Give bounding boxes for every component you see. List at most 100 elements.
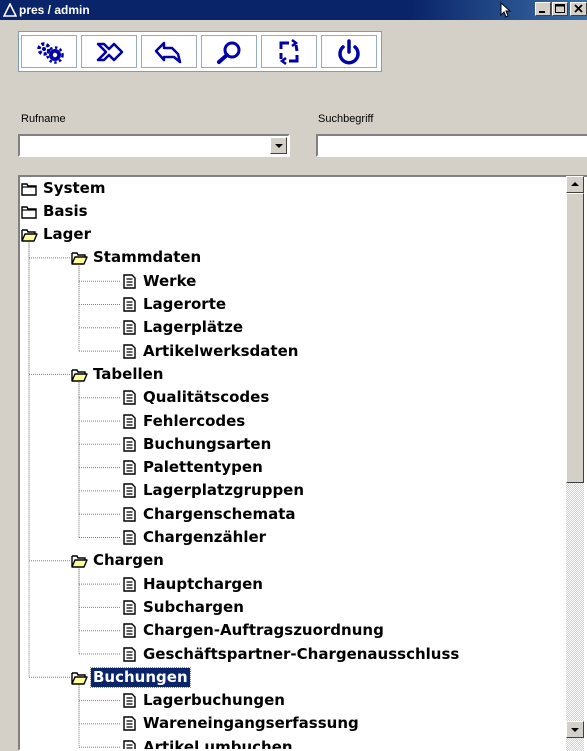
document-icon: [123, 693, 136, 708]
suchbegriff-input[interactable]: [316, 134, 587, 157]
tree-item[interactable]: Lager: [21, 224, 93, 246]
tree-item[interactable]: Lagerplätze: [121, 317, 245, 339]
tree-item[interactable]: Chargen-Auftragszuordnung: [121, 620, 386, 642]
close-icon: [573, 4, 583, 13]
tree-item[interactable]: Buchungsarten: [121, 433, 273, 455]
tree-item[interactable]: System: [21, 177, 107, 199]
document-icon: [123, 390, 136, 405]
tree-item-label: Chargenzähler: [143, 528, 267, 546]
tree-item-label: Lagerorte: [143, 295, 227, 313]
document-icon: [123, 646, 136, 662]
tree-item-label: Artikelwerksdaten: [143, 341, 299, 360]
tree-item[interactable]: Chargenzähler: [121, 527, 268, 549]
rufname-combobox[interactable]: [18, 134, 290, 157]
search-button[interactable]: [201, 35, 257, 68]
refresh-button[interactable]: [261, 35, 317, 68]
document-icon: [123, 273, 136, 289]
dropdown-arrow-button[interactable]: [270, 137, 287, 154]
refresh-icon: [279, 38, 299, 65]
document-icon: [123, 600, 136, 615]
folder-open-icon: [71, 672, 88, 685]
tree-item-label: Chargen: [93, 551, 164, 570]
document-icon: [123, 623, 136, 638]
tree-item-label: Buchungen: [90, 666, 191, 688]
tree-item[interactable]: Lagerplatzgruppen: [121, 480, 306, 502]
tree-item[interactable]: Fehlercodes: [121, 410, 247, 432]
document-icon: [123, 506, 136, 522]
back-icon: [154, 41, 182, 63]
title-bar[interactable]: pres / admin: [0, 0, 587, 20]
tree-item[interactable]: Qualitätscodes: [121, 387, 271, 409]
toolbar: [18, 31, 382, 72]
tree-item[interactable]: Artikel umbuchen: [121, 736, 295, 751]
app-triangle-icon: [3, 3, 17, 17]
tree-item[interactable]: Stammdaten: [71, 247, 203, 269]
document-icon: [123, 530, 136, 545]
tree-item[interactable]: Basis: [21, 200, 90, 222]
tree-item[interactable]: Wareneingangserfassung: [121, 713, 361, 735]
document-icon: [123, 739, 136, 749]
window-title: pres / admin: [19, 3, 90, 17]
tree-item-label: Stammdaten: [93, 248, 202, 267]
mouse-cursor-icon: [500, 2, 512, 18]
close-button[interactable]: [570, 2, 587, 16]
document-icon: [123, 483, 136, 499]
tree-item[interactable]: Subchargen: [121, 596, 246, 618]
tree-item-label: Tabellen: [93, 364, 164, 383]
tree-item-label: Fehlercodes: [143, 411, 246, 430]
forward-button[interactable]: [81, 35, 137, 68]
gears-icon: [37, 41, 64, 64]
tree-item-label: Lagerplätze: [143, 318, 244, 337]
tree-item-label: Hauptchargen: [143, 574, 263, 593]
tree-item[interactable]: Werke: [121, 270, 198, 292]
scroll-thumb[interactable]: [566, 193, 584, 483]
navigation-tree[interactable]: System Basis Lager Stammdaten Werke Lagerorte…: [18, 175, 587, 751]
document-icon: [123, 297, 136, 312]
folder-closed-icon: [21, 206, 37, 219]
document-icon: [123, 437, 136, 452]
folder-closed-icon: [21, 182, 37, 196]
tree-item-label: Geschäftspartner-Chargenausschluss: [143, 644, 460, 663]
tree-item-label: Lager: [43, 225, 91, 244]
tree-item-label: Chargen-Auftragszuordnung: [143, 621, 384, 640]
tree-item[interactable]: Palettentypen: [121, 457, 265, 479]
power-button[interactable]: [321, 35, 377, 68]
document-icon: [123, 460, 136, 475]
folder-open-icon: [71, 252, 88, 266]
tree-item[interactable]: Buchungen: [71, 666, 191, 688]
tree-item-label: Artikel umbuchen: [143, 737, 293, 751]
folder-open-icon: [71, 555, 88, 568]
tree-item-label: Chargenschemata: [143, 504, 296, 523]
minimize-icon: [539, 11, 545, 13]
tree-item[interactable]: Lagerorte: [121, 294, 228, 316]
document-icon: [123, 413, 136, 429]
vertical-scrollbar[interactable]: [566, 176, 584, 751]
scroll-up-button[interactable]: [566, 176, 584, 193]
scroll-down-button[interactable]: [566, 721, 584, 738]
tree-item-label: Qualitätscodes: [143, 388, 270, 407]
tree-item-label: Werke: [143, 271, 197, 290]
tree-item-label: Subchargen: [143, 597, 244, 616]
minimize-button[interactable]: [535, 2, 551, 16]
tree-item[interactable]: Chargenschemata: [121, 503, 298, 525]
document-icon: [123, 576, 136, 592]
document-icon: [123, 320, 136, 335]
tree-item[interactable]: Tabellen: [71, 363, 165, 385]
document-icon: [123, 343, 136, 359]
tree-item-label: Wareneingangserfassung: [143, 714, 359, 733]
folder-open-icon: [71, 369, 88, 382]
back-button[interactable]: [141, 35, 197, 68]
settings-button[interactable]: [21, 35, 77, 68]
tree-item-label: Buchungsarten: [143, 434, 272, 453]
tree-item[interactable]: Artikelwerksdaten: [121, 340, 300, 362]
rufname-label: Rufname: [21, 113, 66, 125]
maximize-button[interactable]: [552, 2, 568, 16]
tree-item[interactable]: Hauptchargen: [121, 573, 265, 595]
tree-item[interactable]: Lagerbuchungen: [121, 690, 287, 712]
forward-icon: [96, 42, 124, 61]
tree-item[interactable]: Geschäftspartner-Chargenausschluss: [121, 643, 461, 665]
tree-item-label: Lagerplatzgruppen: [143, 481, 305, 500]
search-icon: [217, 41, 241, 64]
tree-item[interactable]: Chargen: [71, 550, 166, 572]
power-icon: [338, 38, 360, 64]
